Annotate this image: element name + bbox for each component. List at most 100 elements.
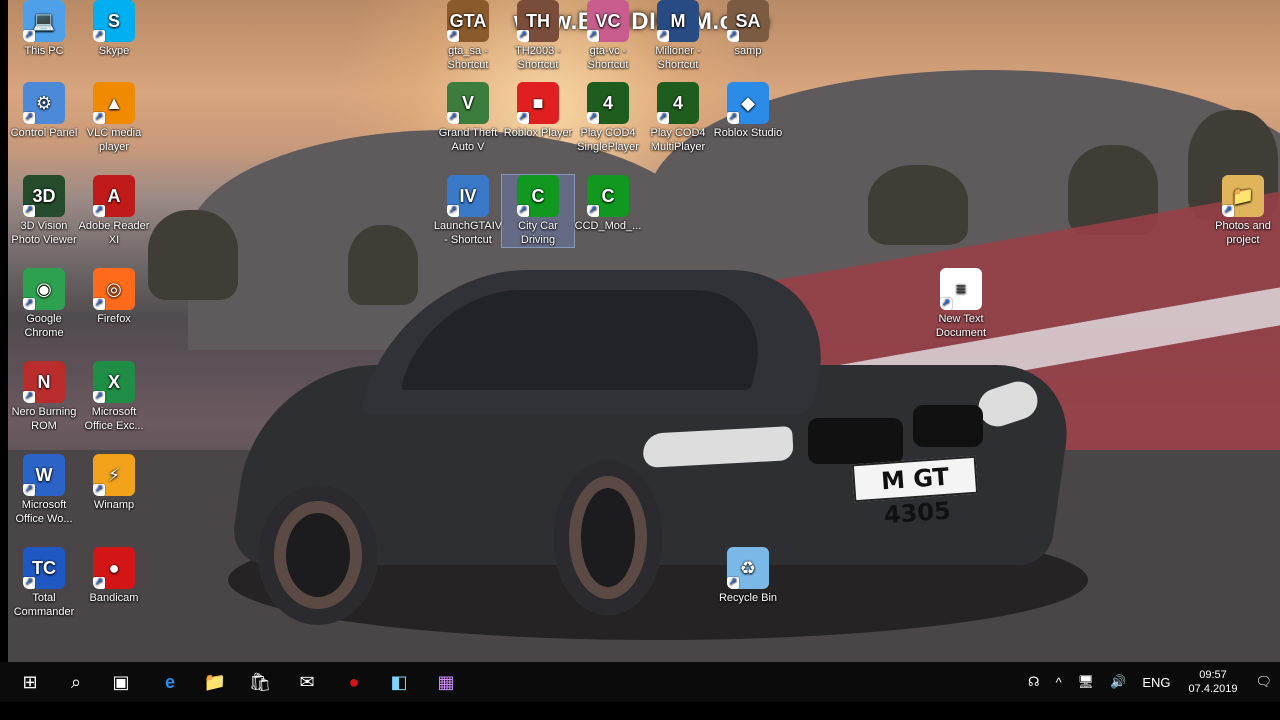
- desktop-shortcut[interactable]: SA samp: [712, 0, 784, 58]
- car-rear-wheel: [258, 485, 378, 625]
- roblox-studio-icon: ◆: [727, 82, 769, 124]
- screen-bottom-border: [0, 702, 1280, 720]
- desktop-shortcut[interactable]: 3D 3D Vision Photo Viewer: [8, 175, 80, 247]
- desktop-icon-label: Roblox Studio: [713, 127, 783, 139]
- total-commander-icon: TC: [23, 547, 65, 589]
- clock-time: 09:57: [1199, 669, 1227, 681]
- nero-burning-rom-icon: N: [23, 361, 65, 403]
- desktop-shortcut[interactable]: 4 Play COD4 MultiPlayer: [642, 82, 714, 154]
- file-explorer-button[interactable]: 📁: [193, 662, 237, 702]
- ccd-mod-icon: C: [587, 175, 629, 217]
- desktop-shortcut[interactable]: TC Total Commander: [8, 547, 80, 619]
- desktop-icon-label: Firefox: [97, 313, 131, 325]
- desktop-icon-label: gta_sa - Shortcut: [447, 45, 489, 71]
- gta-vc-icon: VC: [587, 0, 629, 42]
- clock[interactable]: 09:57 07.4.2019: [1189, 668, 1238, 696]
- desktop-shortcut[interactable]: V Grand Theft Auto V: [432, 82, 504, 154]
- vlc-icon: ▲: [93, 82, 135, 124]
- desktop-shortcut[interactable]: GTA gta_sa - Shortcut: [432, 0, 504, 72]
- network-icon[interactable]: 🖥: [1078, 674, 1095, 690]
- chevron-up-icon[interactable]: ^: [1056, 675, 1062, 690]
- desktop-shortcut[interactable]: N Nero Burning ROM: [8, 361, 80, 433]
- desktop-shortcut[interactable]: 💻 This PC: [8, 0, 80, 58]
- desktop-shortcut[interactable]: S Skype: [78, 0, 150, 58]
- desktop-icon-label: Adobe Reader XI: [78, 220, 150, 246]
- start-button[interactable]: ⊞: [8, 662, 52, 702]
- tree: [868, 165, 968, 245]
- new-text-document-icon: ≡: [940, 268, 982, 310]
- desktop-shortcut[interactable]: A Adobe Reader XI: [78, 175, 150, 247]
- desktop-shortcut[interactable]: ● Bandicam: [78, 547, 150, 605]
- task-view-button[interactable]: ▣: [99, 662, 143, 702]
- store-button[interactable]: 🛍: [238, 662, 282, 702]
- app-taskbar-button[interactable]: ◧: [377, 662, 421, 702]
- mail-button[interactable]: ✉: [285, 662, 329, 702]
- desktop-icon-label: Recycle Bin: [718, 592, 778, 604]
- desktop-shortcut[interactable]: ≡ New Text Document: [925, 268, 997, 340]
- language-indicator[interactable]: ENG: [1142, 675, 1170, 690]
- desktop-shortcut[interactable]: IV LaunchGTAIV - Shortcut: [432, 175, 504, 247]
- desktop-icon-label: VLC media player: [86, 127, 142, 153]
- launch-gta-iv-icon: IV: [447, 175, 489, 217]
- desktop-icon-label: Winamp: [93, 499, 135, 511]
- desktop-shortcut[interactable]: W Microsoft Office Wo...: [8, 454, 80, 526]
- desktop-shortcut[interactable]: ⚡ Winamp: [78, 454, 150, 512]
- roblox-player-icon: ■: [517, 82, 559, 124]
- volume-icon[interactable]: 🔊: [1110, 674, 1126, 690]
- action-center-icon[interactable]: 🗨: [1255, 674, 1272, 690]
- cod4-multi-icon: 4: [657, 82, 699, 124]
- th2003-icon: TH: [517, 0, 559, 42]
- desktop-icon-label: Grand Theft Auto V: [438, 127, 498, 153]
- this-pc-icon: 💻: [23, 0, 65, 42]
- desktop-shortcut[interactable]: ▲ VLC media player: [78, 82, 150, 154]
- desktop-shortcut[interactable]: 4 Play COD4 SinglePlayer: [572, 82, 644, 154]
- people-icon[interactable]: ☊: [1028, 674, 1040, 690]
- app-taskbar-button[interactable]: ▦: [424, 662, 468, 702]
- desktop-shortcut[interactable]: M Milioner - Shortcut: [642, 0, 714, 72]
- photos-project-icon: 📁: [1222, 175, 1264, 217]
- desktop-shortcut[interactable]: ◆ Roblox Studio: [712, 82, 784, 140]
- desktop-icon-label: Microsoft Office Exc...: [84, 406, 144, 432]
- desktop-shortcut[interactable]: C City Car Driving: [501, 174, 575, 248]
- desktop-icon-label: Skype: [98, 45, 130, 57]
- edge-button[interactable]: e: [148, 662, 192, 702]
- tree: [348, 225, 418, 305]
- control-panel-icon: ⚙: [23, 82, 65, 124]
- desktop-icon-label: samp: [734, 45, 762, 57]
- desktop-icon-label: Roblox Player: [503, 127, 573, 139]
- desktop-icon-label: Google Chrome: [24, 313, 64, 339]
- system-tray: ☊ ^ 🖥 🔊 ENG 09:57 07.4.2019 🗨: [1020, 662, 1280, 702]
- desktop-shortcut[interactable]: ♻ Recycle Bin: [712, 547, 784, 605]
- desktop-shortcut[interactable]: X Microsoft Office Exc...: [78, 361, 150, 433]
- 3d-vision-icon: 3D: [23, 175, 65, 217]
- car-grille: [808, 418, 903, 464]
- desktop-shortcut[interactable]: 📁 Photos and project: [1207, 175, 1279, 247]
- desktop-icon-label: This PC: [24, 45, 64, 57]
- desktop-icon-label: Bandicam: [89, 592, 139, 604]
- taskbar: ⊞ ⌕ ▣ e 📁 🛍 ✉ ● ◧ ▦ ☊ ^ 🖥 🔊 ENG 09:57 07…: [0, 662, 1280, 702]
- desktop-shortcut[interactable]: ◉ Google Chrome: [8, 268, 80, 340]
- desktop-icon-label: Nero Burning ROM: [11, 406, 77, 432]
- milioner-icon: M: [657, 0, 699, 42]
- samp-icon: SA: [727, 0, 769, 42]
- firefox-icon: ◎: [93, 268, 135, 310]
- gta-v-icon: V: [447, 82, 489, 124]
- skype-icon: S: [93, 0, 135, 42]
- word-icon: W: [23, 454, 65, 496]
- winamp-icon: ⚡: [93, 454, 135, 496]
- desktop-shortcut[interactable]: ◎ Firefox: [78, 268, 150, 326]
- excel-icon: X: [93, 361, 135, 403]
- cod4-single-icon: 4: [587, 82, 629, 124]
- desktop-shortcut[interactable]: ⚙ Control Panel: [8, 82, 80, 140]
- bandicam-icon: ●: [93, 547, 135, 589]
- clock-date: 07.4.2019: [1188, 683, 1238, 695]
- bandicam-taskbar-button[interactable]: ●: [332, 662, 376, 702]
- desktop-icon-label: Total Commander: [13, 592, 75, 618]
- desktop-shortcut[interactable]: ■ Roblox Player: [502, 82, 574, 140]
- desktop-shortcut[interactable]: VC gta-vc - Shortcut: [572, 0, 644, 72]
- search-button[interactable]: ⌕: [54, 662, 98, 702]
- desktop-icon-label: LaunchGTAIV - Shortcut: [433, 220, 503, 246]
- desktop-shortcut[interactable]: TH TH2003 - Shortcut: [502, 0, 574, 72]
- desktop-shortcut[interactable]: C CCD_Mod_...: [572, 175, 644, 233]
- car-front-wheel: [553, 460, 663, 615]
